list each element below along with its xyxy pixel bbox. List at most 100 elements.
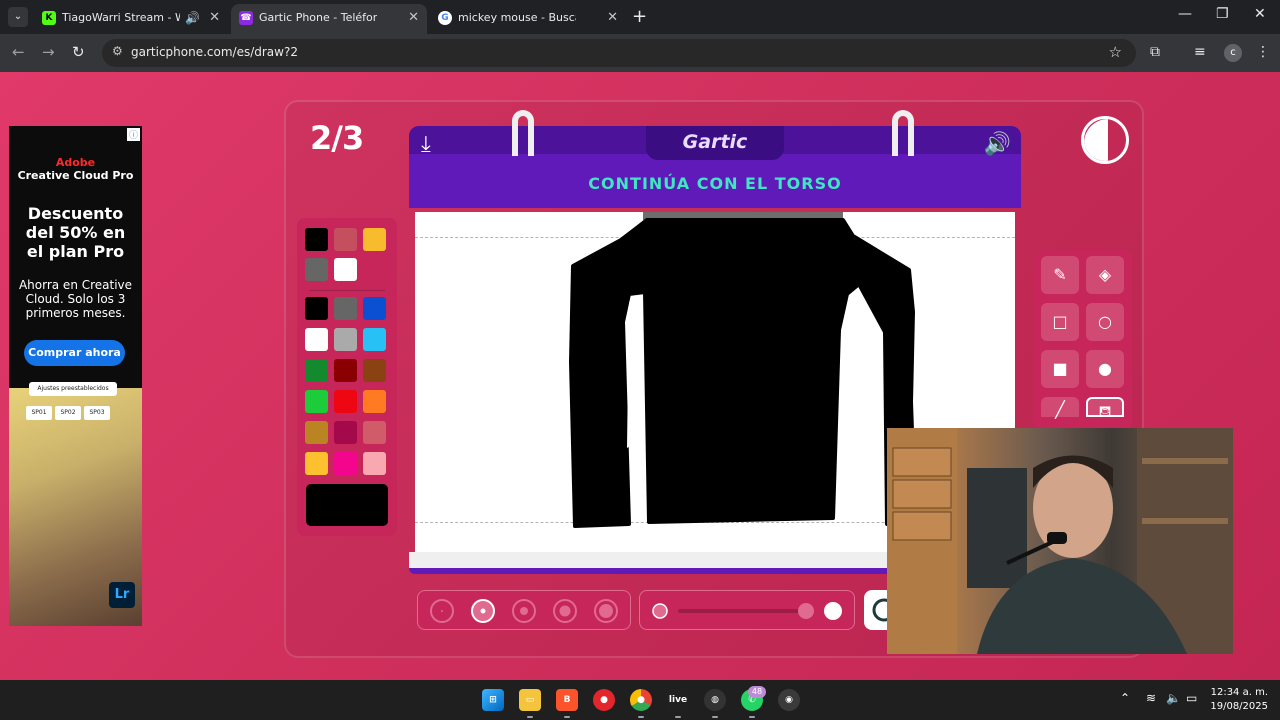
brush-size-dot <box>559 605 571 617</box>
wifi-icon[interactable]: ≋ <box>1146 691 1156 705</box>
color-swatch[interactable] <box>363 390 386 413</box>
opacity-slider-track <box>652 602 842 620</box>
battery-icon[interactable]: ▭ <box>1186 691 1197 705</box>
menu-icon[interactable]: ⋮ <box>1256 44 1270 60</box>
filled-circle-icon[interactable]: ● <box>1086 350 1124 388</box>
color-swatch[interactable] <box>334 421 357 444</box>
color-swatch[interactable] <box>363 452 386 475</box>
color-swatch[interactable] <box>363 328 386 351</box>
tray-chevron-icon[interactable]: ⌃ <box>1120 691 1130 705</box>
color-swatch[interactable] <box>334 228 357 251</box>
whatsapp-badge: 48 <box>748 686 766 698</box>
color-swatch[interactable] <box>363 421 386 444</box>
brush-size-option[interactable] <box>512 599 536 623</box>
live-icon[interactable]: live <box>667 689 689 718</box>
app2-icon[interactable]: ◉ <box>778 689 800 711</box>
rectangle-icon[interactable]: □ <box>1041 303 1079 341</box>
slider-handle[interactable] <box>798 603 814 619</box>
site-info-icon[interactable]: ⚙ <box>112 44 123 58</box>
download-icon[interactable]: ⤓ <box>421 132 431 157</box>
reload-button[interactable]: ↻ <box>72 43 85 61</box>
color-swatch[interactable] <box>305 421 328 444</box>
filled-rectangle-icon[interactable]: ■ <box>1041 350 1079 388</box>
color-swatch[interactable] <box>305 390 328 413</box>
restore-button[interactable]: ❐ <box>1216 6 1229 22</box>
system-clock[interactable]: 12:34 a. m. 19/08/2025 <box>1204 686 1268 714</box>
color-swatch[interactable] <box>334 297 357 320</box>
profile-avatar[interactable]: c <box>1224 44 1242 62</box>
address-bar[interactable]: ⚙ garticphone.com/es/draw?2 ☆ <box>102 39 1136 67</box>
opacity-slider[interactable] <box>639 590 855 630</box>
minimize-button[interactable]: — <box>1178 6 1192 22</box>
color-swatch[interactable] <box>305 297 328 320</box>
webcam-feed <box>887 428 1233 654</box>
volume-icon[interactable]: 🔊 <box>984 132 1011 157</box>
pencil-icon[interactable]: ✎ <box>1041 256 1079 294</box>
ad-chip: SP01 <box>26 406 52 420</box>
kick-icon: K <box>42 11 56 25</box>
color-swatch[interactable] <box>363 228 386 251</box>
color-swatch[interactable] <box>334 328 357 351</box>
color-palette <box>297 218 397 536</box>
color-swatch[interactable] <box>363 359 386 382</box>
tab-title: TiagoWarri Stream - Watch <box>62 11 180 24</box>
ad-cta-button[interactable]: Comprar ahora <box>24 340 125 366</box>
clock-date: 19/08/2025 <box>1210 701 1268 712</box>
close-window-button[interactable]: ✕ <box>1254 6 1266 22</box>
windows-taskbar: ⊞ ▭ B ● ● live ◍ ✆ ◉ <box>0 680 1280 720</box>
color-swatch[interactable] <box>334 452 357 475</box>
brush-size-dot <box>599 604 613 618</box>
brush-size-option[interactable] <box>471 599 495 623</box>
color-swatch[interactable] <box>334 359 357 382</box>
tab-search-button[interactable]: ⌄ <box>8 7 28 27</box>
new-tab-button[interactable]: + <box>632 6 647 27</box>
chrome-icon[interactable]: ● <box>630 689 652 718</box>
color-swatch[interactable] <box>334 258 357 281</box>
eraser-icon[interactable]: ◈ <box>1086 256 1124 294</box>
color-swatch[interactable] <box>305 258 328 281</box>
close-tab-icon[interactable]: ✕ <box>209 4 220 32</box>
brush-size-option[interactable] <box>594 599 618 623</box>
ad-info-icon[interactable]: ⓘ <box>126 128 140 141</box>
timer-icon <box>1081 116 1129 164</box>
file-explorer-icon[interactable]: ▭ <box>519 689 541 718</box>
close-tab-icon[interactable]: ✕ <box>408 4 419 32</box>
obs-icon[interactable]: ◍ <box>704 689 726 718</box>
tab-kick-stream[interactable]: K TiagoWarri Stream - Watch 🔊 ✕ <box>34 4 228 34</box>
url-text[interactable]: garticphone.com/es/draw?2 <box>131 45 298 59</box>
color-swatch[interactable] <box>305 359 328 382</box>
bucket-icon[interactable]: ⛾ <box>1086 397 1124 421</box>
circle-icon[interactable]: ○ <box>1086 303 1124 341</box>
opacity-low-icon <box>652 603 668 619</box>
tab-google-search[interactable]: G mickey mouse - Buscar con Goo ✕ <box>430 4 626 34</box>
tab-title: mickey mouse - Buscar con Goo <box>458 11 576 24</box>
back-button[interactable]: ← <box>12 43 25 61</box>
ad-chip: Ajustes preestablecidos <box>29 382 117 396</box>
opacity-high-icon <box>824 602 842 620</box>
color-swatch[interactable] <box>334 390 357 413</box>
app-icon[interactable]: ● <box>593 689 615 711</box>
color-swatch[interactable] <box>305 452 328 475</box>
round-counter: 2/3 <box>310 119 364 157</box>
media-controls-icon[interactable]: ≡ <box>1194 44 1206 60</box>
brush-size-option[interactable] <box>553 599 577 623</box>
color-swatch[interactable] <box>363 297 386 320</box>
close-tab-icon[interactable]: ✕ <box>607 4 618 32</box>
volume-tray-icon[interactable]: 🔈 <box>1166 691 1181 705</box>
brave-icon[interactable]: B <box>556 689 578 718</box>
browser-toolbar: ← → ↻ ⚙ garticphone.com/es/draw?2 ☆ ⧉ ≡ … <box>0 34 1280 72</box>
brush-size-option[interactable] <box>430 599 454 623</box>
adobe-ad[interactable]: ⓘ Adobe Creative Cloud Pro Descuento del… <box>9 126 142 626</box>
color-swatch[interactable] <box>305 328 328 351</box>
webcam-overlay <box>887 428 1233 654</box>
extensions-icon[interactable]: ⧉ <box>1150 44 1160 60</box>
forward-button[interactable]: → <box>42 43 55 61</box>
speaker-icon[interactable]: 🔊 <box>185 4 200 32</box>
windows-icon[interactable]: ⊞ <box>482 689 504 711</box>
clock-time: 12:34 a. m. <box>1210 687 1268 698</box>
palette-divider <box>309 290 385 291</box>
tab-gartic-phone[interactable]: ☎ Gartic Phone - Teléfono Descon ✕ <box>231 4 427 34</box>
color-swatch[interactable] <box>305 228 328 251</box>
line-icon[interactable]: ╱ <box>1041 397 1079 419</box>
bookmark-star-icon[interactable]: ☆ <box>1109 43 1122 61</box>
